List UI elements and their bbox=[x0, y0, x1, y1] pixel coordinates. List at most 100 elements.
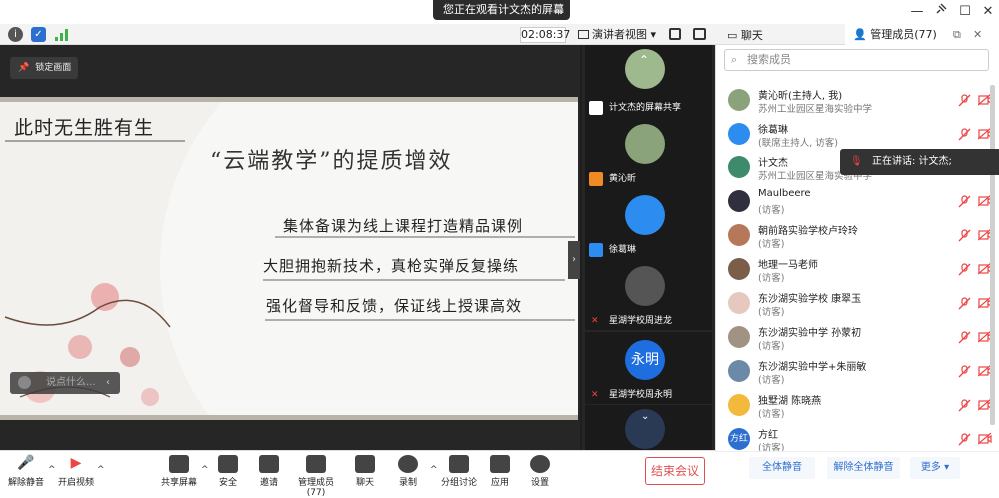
member-row[interactable]: 徐葛琳 (联席主持人, 访客) bbox=[720, 119, 992, 152]
tile-name: 计文杰的屏幕共享 bbox=[589, 101, 710, 115]
muted-mic-icon[interactable] bbox=[958, 331, 971, 344]
user-icon bbox=[589, 172, 603, 186]
member-name: 黄沁昕(主持人, 我) bbox=[758, 91, 843, 102]
minimize-button[interactable]: — bbox=[907, 3, 927, 21]
close-icon[interactable]: ✕ bbox=[973, 24, 982, 45]
muted-mic-icon[interactable] bbox=[958, 263, 971, 276]
invite-button[interactable]: 邀请 bbox=[243, 455, 295, 488]
settings-button[interactable]: 设置 bbox=[514, 455, 566, 488]
tile-name: 徐葛琳 bbox=[589, 243, 710, 257]
avatar bbox=[625, 124, 665, 164]
chevron-up-icon[interactable]: ⌃ bbox=[639, 53, 649, 67]
collapse-icon[interactable]: ‹ bbox=[106, 372, 110, 394]
member-row[interactable]: 东沙湖实验中学+朱丽敏 (访客) bbox=[720, 356, 992, 389]
muted-mic-icon[interactable] bbox=[958, 297, 971, 310]
member-row[interactable]: 朝前路实验学校卢玲玲 (访客) bbox=[720, 220, 992, 253]
member-row[interactable]: 黄沁昕(主持人, 我) 苏州工业园区星海实验中学 bbox=[720, 85, 992, 118]
record-button[interactable]: 录制 bbox=[382, 455, 434, 488]
muted-mic-icon[interactable] bbox=[958, 195, 971, 208]
muted-mic-icon[interactable] bbox=[958, 433, 971, 446]
float-window-icon[interactable] bbox=[693, 28, 706, 40]
video-off-icon[interactable] bbox=[978, 433, 992, 445]
video-tile[interactable]: ⌄ bbox=[585, 405, 712, 450]
member-row[interactable]: 东沙湖实验学校 康翠玉 (访客) bbox=[720, 288, 992, 321]
muted-mic-icon[interactable] bbox=[958, 399, 971, 412]
share-screen-button[interactable]: 共享屏幕 bbox=[153, 455, 205, 488]
signal-icon[interactable] bbox=[55, 29, 69, 44]
avatar bbox=[728, 123, 750, 145]
grid-icon bbox=[578, 30, 589, 39]
chevron-down-icon[interactable]: ⌄ bbox=[641, 411, 649, 422]
slide-line-1: 集体备课为线上课程打造精品课例 bbox=[283, 217, 524, 235]
pin-button[interactable] bbox=[931, 3, 951, 21]
search-placeholder: 搜索成员 bbox=[747, 53, 791, 66]
shield-icon[interactable]: ✓ bbox=[31, 27, 46, 42]
muted-mic-icon[interactable] bbox=[958, 229, 971, 242]
collapse-panel-button[interactable]: › bbox=[568, 241, 580, 279]
search-icon: ⌕ bbox=[731, 53, 738, 66]
member-name: 东沙湖实验学校 康翠玉 bbox=[758, 294, 862, 305]
member-name: 东沙湖实验中学 孙蒙初 bbox=[758, 328, 862, 339]
chevron-down-icon: ▾ bbox=[650, 28, 657, 41]
maximize-button[interactable]: ☐ bbox=[955, 3, 975, 21]
member-role: (访客) bbox=[758, 307, 785, 318]
unmute-all-button[interactable]: 解除全体静音 bbox=[827, 457, 900, 479]
manage-members-button[interactable]: 管理成员(77) bbox=[290, 455, 342, 498]
video-tile[interactable]: 永明 ✕ 星湖学校周永明 bbox=[585, 332, 712, 404]
tab-members[interactable]: 👤 管理成员(77) ⧉ ✕ bbox=[845, 24, 999, 45]
mute-all-button[interactable]: 全体静音 bbox=[749, 457, 815, 479]
start-video-button[interactable]: ▶ 开启视频 bbox=[50, 455, 102, 488]
muted-mic-icon[interactable] bbox=[958, 94, 971, 107]
video-tiles-column: ⌃ 计文杰的屏幕共享 黄沁昕 徐葛琳 ✕ 星湖学校周进龙 永明 ✕ 星湖学校周永明 … bbox=[582, 45, 715, 450]
emoji-icon[interactable] bbox=[18, 376, 31, 389]
muted-mic-icon: ✕ bbox=[591, 316, 599, 326]
pin-icon: 📌 bbox=[18, 63, 30, 73]
avatar bbox=[728, 224, 750, 246]
chat-icon: ▭ bbox=[727, 29, 741, 42]
avatar: 永明 bbox=[625, 340, 665, 380]
member-row[interactable]: 地理一马老师 (访客) bbox=[720, 254, 992, 287]
muted-mic-icon[interactable] bbox=[958, 365, 971, 378]
member-row[interactable]: 东沙湖实验中学 孙蒙初 (访客) bbox=[720, 322, 992, 355]
member-list-scrollbar[interactable] bbox=[990, 85, 995, 425]
member-row[interactable]: Maulbeere (访客) bbox=[720, 186, 992, 219]
video-tile[interactable]: ✕ 星湖学校周进龙 bbox=[585, 258, 712, 330]
viewing-indicator[interactable]: 您正在观看计文杰的屏幕 ☰ bbox=[433, 0, 570, 20]
mic-icon: 🎙 bbox=[850, 156, 863, 167]
member-name: 东沙湖实验中学+朱丽敏 bbox=[758, 362, 867, 373]
close-button[interactable]: ✕ bbox=[978, 3, 998, 21]
avatar bbox=[625, 195, 665, 235]
member-name: 独墅湖 陈晓燕 bbox=[758, 396, 822, 407]
meeting-timer: 02:08:37 bbox=[520, 27, 571, 43]
slide-heading: 此时无生胜有生 bbox=[14, 117, 155, 139]
avatar: 方红 bbox=[728, 428, 750, 450]
unmute-button[interactable]: 🎤 解除静音 bbox=[0, 455, 52, 488]
muted-mic-icon: 🎤 bbox=[17, 455, 35, 471]
meeting-top-strip: i ✓ 02:08:37 演讲者视图 ▾ bbox=[0, 24, 715, 45]
more-button[interactable]: 更多 ▾ bbox=[910, 457, 960, 479]
muted-mic-icon[interactable] bbox=[958, 128, 971, 141]
lock-view-label: 锁定画面 bbox=[35, 63, 72, 73]
member-search-input[interactable]: ⌕ 搜索成员 bbox=[724, 49, 989, 71]
info-icon[interactable]: i bbox=[8, 27, 23, 42]
lock-view-button[interactable]: 📌 锁定画面 bbox=[10, 57, 78, 79]
chevron-up-icon[interactable]: ^ bbox=[97, 465, 105, 475]
member-name: 方红 bbox=[758, 430, 778, 441]
end-meeting-button[interactable]: 结束会议 bbox=[645, 457, 705, 485]
video-tile[interactable]: 徐葛琳 bbox=[585, 187, 712, 259]
invite-icon bbox=[259, 455, 279, 473]
chat-input[interactable]: 说点什么... ‹ bbox=[10, 372, 120, 394]
slide-line-3: 强化督导和反馈，保证线上授课高效 bbox=[266, 297, 523, 315]
video-tile[interactable]: 黄沁昕 bbox=[585, 116, 712, 188]
member-row[interactable]: 独墅湖 陈晓燕 (访客) bbox=[720, 390, 992, 423]
view-mode-button[interactable]: 演讲者视图 ▾ bbox=[578, 27, 658, 43]
popout-icon[interactable]: ⧉ bbox=[953, 24, 961, 45]
tab-chat[interactable]: ▭ 聊天 bbox=[727, 27, 763, 43]
tile-name: ✕ 星湖学校周永明 bbox=[591, 390, 673, 400]
share-screen-icon bbox=[169, 455, 189, 473]
avatar bbox=[728, 89, 750, 111]
fullscreen-icon[interactable] bbox=[669, 28, 681, 40]
video-tile[interactable]: ⌃ 计文杰的屏幕共享 bbox=[585, 45, 712, 117]
avatar bbox=[728, 190, 750, 212]
menu-icon[interactable]: ☰ bbox=[554, 0, 564, 20]
